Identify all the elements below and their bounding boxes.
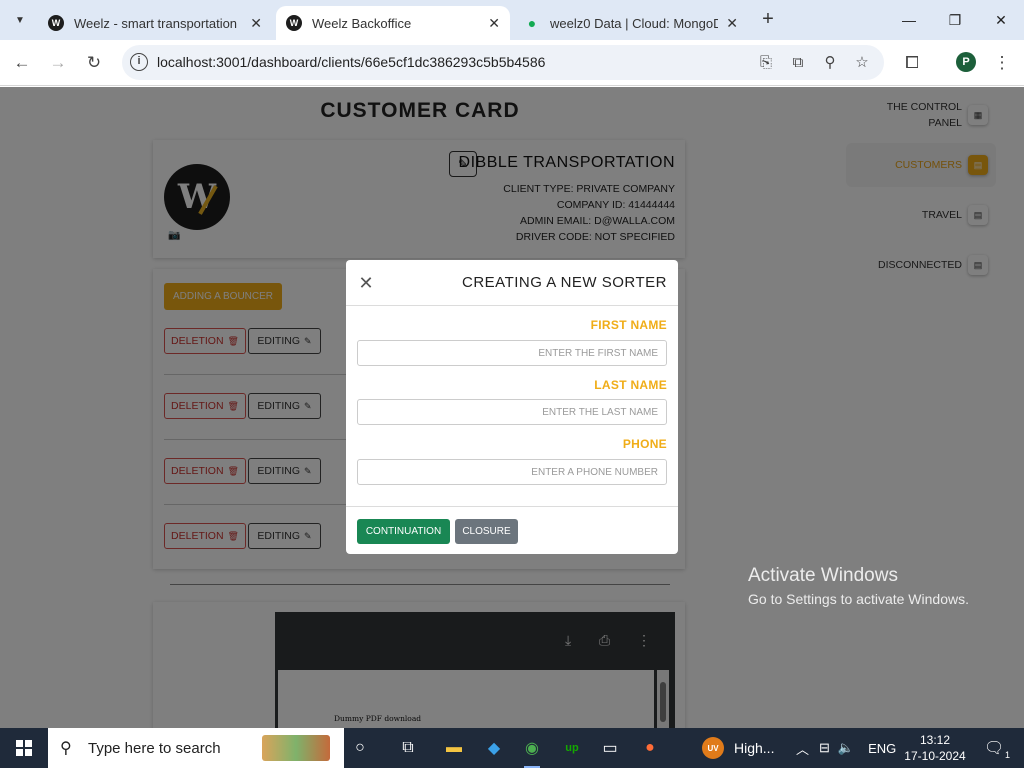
mongodb-leaf-icon: ● bbox=[527, 15, 537, 31]
weelz-favicon-icon: W bbox=[286, 15, 302, 31]
restore-icon: ❐ bbox=[948, 11, 962, 28]
phone-label: PHONE bbox=[622, 437, 667, 451]
clock-date: 17-10-2024 bbox=[904, 749, 966, 763]
last-name-label: LAST NAME bbox=[594, 378, 667, 392]
continue-button[interactable]: CONTINUATION bbox=[357, 519, 450, 544]
chevron-up-icon[interactable]: ︿ bbox=[796, 739, 809, 758]
taskbar-search-box[interactable]: ⚲ Type here to search bbox=[48, 728, 344, 768]
cortana-icon[interactable]: ○ bbox=[346, 734, 374, 762]
phone-input[interactable] bbox=[357, 459, 667, 485]
file-explorer-icon[interactable]: ▬ bbox=[440, 734, 468, 762]
modal-title: CREATING A NEW SORTER bbox=[462, 274, 667, 291]
close-tab-icon[interactable]: ✕ bbox=[726, 15, 738, 32]
browser-toolbar: ← → ↻ i localhost:3001/dashboard/clients… bbox=[0, 40, 1024, 86]
bookmark-star-icon[interactable]: ☆ bbox=[852, 53, 872, 73]
close-icon: ✕ bbox=[358, 273, 374, 293]
terminal-icon[interactable]: ▭ bbox=[596, 734, 624, 762]
arrow-right-icon: → bbox=[49, 53, 67, 72]
browser-tab-backoffice[interactable]: W Weelz Backoffice ✕ bbox=[276, 6, 510, 40]
modal-footer-divider bbox=[346, 506, 678, 507]
install-app-icon[interactable]: ⎘ bbox=[756, 53, 776, 73]
start-button[interactable] bbox=[0, 728, 48, 768]
browser-tab-strip: ▼ W Weelz - smart transportation ✕ W Wee… bbox=[0, 0, 1024, 40]
back-button[interactable]: ← bbox=[8, 49, 36, 77]
close-tab-icon[interactable]: ✕ bbox=[488, 15, 500, 32]
task-view-icon[interactable]: ⧉ bbox=[394, 734, 422, 762]
chrome-icon[interactable]: ◉ bbox=[518, 734, 546, 768]
puzzle-icon: ⧠ bbox=[905, 53, 919, 72]
profile-avatar[interactable]: P bbox=[956, 52, 976, 72]
new-tab-button[interactable]: + bbox=[756, 8, 780, 32]
tab-title: Weelz - smart transportation bbox=[74, 15, 238, 31]
notification-count: 1 bbox=[1004, 750, 1010, 760]
site-info-icon[interactable]: i bbox=[130, 53, 148, 71]
tab-title: Weelz Backoffice bbox=[312, 15, 412, 31]
more-vertical-icon: ⋮ bbox=[993, 53, 1011, 72]
upwork-icon[interactable]: up bbox=[558, 734, 586, 762]
app-badge-icon: UV bbox=[702, 737, 724, 759]
watermark-line-2: Go to Settings to activate Windows. bbox=[748, 591, 969, 607]
search-highlight-image bbox=[262, 735, 330, 761]
search-icon: ⚲ bbox=[60, 740, 72, 757]
minimize-button[interactable]: — bbox=[886, 0, 932, 40]
windows-activation-watermark: Activate Windows Go to Settings to activ… bbox=[748, 565, 969, 607]
modal-close-button[interactable]: ✕ bbox=[356, 273, 376, 293]
taskbar-running-app[interactable]: UV High... bbox=[700, 728, 786, 768]
browser-tab-weelz[interactable]: W Weelz - smart transportation ✕ bbox=[38, 6, 272, 40]
chevron-down-icon: ▼ bbox=[15, 14, 25, 26]
taskbar-search-placeholder: Type here to search bbox=[88, 740, 221, 757]
modal-header: ✕ CREATING A NEW SORTER bbox=[346, 260, 678, 306]
windows-logo-icon bbox=[16, 740, 32, 756]
windows-taskbar: ⚲ Type here to search ○ ⧉ ▬ ◆ ◉ up ▭ ● U… bbox=[0, 728, 1024, 768]
close-tab-icon[interactable]: ✕ bbox=[250, 15, 262, 32]
first-name-input[interactable] bbox=[357, 340, 667, 366]
vscode-icon[interactable]: ◆ bbox=[480, 734, 508, 762]
close-window-button[interactable]: ✕ bbox=[978, 0, 1024, 40]
weelz-favicon-icon: W bbox=[48, 15, 64, 31]
close-icon: ✕ bbox=[995, 11, 1007, 28]
zoom-icon[interactable]: ⚲ bbox=[820, 53, 840, 73]
browser-tab-mongodb[interactable]: ● weelz0 Data | Cloud: MongoDB ✕ bbox=[514, 6, 748, 40]
notification-icon: 🗨 bbox=[984, 740, 1005, 757]
watermark-line-1: Activate Windows bbox=[748, 565, 898, 586]
extensions-button[interactable]: ⧠ bbox=[898, 49, 926, 77]
browser-menu-button[interactable]: ⋮ bbox=[988, 49, 1016, 77]
volume-muted-icon[interactable]: 🔈 bbox=[838, 740, 854, 756]
taskbar-clock[interactable]: 13:12 17-10-2024 bbox=[900, 732, 970, 764]
last-name-input[interactable] bbox=[357, 399, 667, 425]
network-icon[interactable]: ⊟ bbox=[819, 740, 830, 756]
create-sorter-modal: ✕ CREATING A NEW SORTER FIRST NAME LAST … bbox=[346, 260, 678, 554]
tab-title: weelz0 Data | Cloud: MongoDB bbox=[550, 15, 719, 31]
first-name-label: FIRST NAME bbox=[590, 318, 667, 332]
closure-button[interactable]: CLOSURE bbox=[455, 519, 518, 544]
minimize-icon: — bbox=[902, 12, 916, 28]
clock-time: 13:12 bbox=[919, 733, 951, 747]
address-bar[interactable]: i localhost:3001/dashboard/clients/66e5c… bbox=[122, 45, 884, 80]
postman-icon[interactable]: ● bbox=[636, 734, 664, 762]
running-app-label: High... bbox=[734, 740, 775, 756]
forward-button[interactable]: → bbox=[44, 49, 72, 77]
tab-search-button[interactable]: ▼ bbox=[8, 8, 32, 32]
reload-button[interactable]: ↻ bbox=[80, 49, 108, 77]
system-tray: ︿ ⊟ 🔈 ENG bbox=[796, 728, 896, 768]
plus-icon: + bbox=[762, 8, 774, 30]
restore-button[interactable]: ❐ bbox=[932, 0, 978, 40]
notification-center-button[interactable]: 🗨 1 bbox=[984, 738, 1010, 760]
url-text[interactable]: localhost:3001/dashboard/clients/66e5cf1… bbox=[157, 54, 545, 70]
translate-icon[interactable]: ⧉ bbox=[788, 53, 808, 73]
reload-icon: ↻ bbox=[86, 53, 102, 72]
language-indicator[interactable]: ENG bbox=[868, 741, 896, 756]
arrow-left-icon: ← bbox=[13, 53, 31, 72]
